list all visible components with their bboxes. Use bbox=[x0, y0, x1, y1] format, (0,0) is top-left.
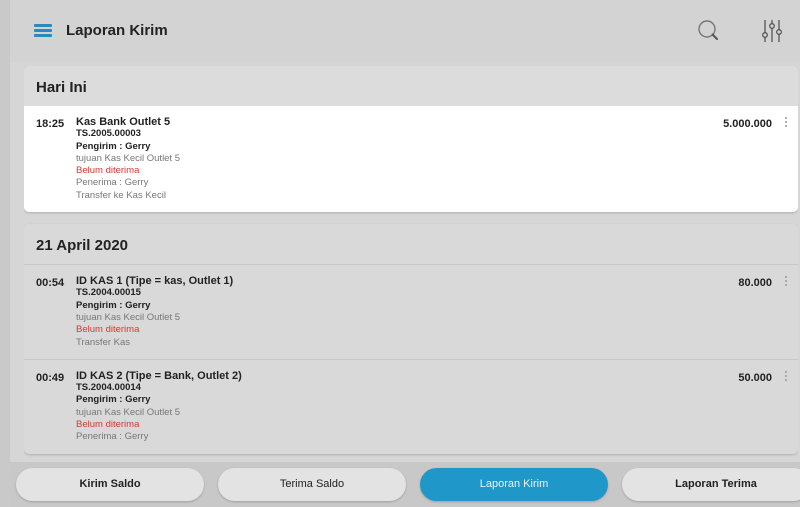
item-status: Belum diterima bbox=[76, 324, 140, 336]
transfer-item[interactable]: 00:54 ID KAS 1 (Tipe = kas, Outlet 1) TS… bbox=[24, 264, 798, 359]
item-details: ID KAS 2 (Tipe = Bank, Outlet 2) TS.2004… bbox=[76, 370, 786, 444]
transfer-item[interactable]: 00:49 ID KAS 2 (Tipe = Bank, Outlet 2) T… bbox=[24, 358, 798, 454]
more-options-icon[interactable] bbox=[784, 370, 788, 384]
top-app-bar: Laporan Kirim bbox=[10, 0, 800, 62]
item-code: TS.2004.00015 bbox=[76, 287, 141, 299]
item-destination: tujuan Kas Kecil Outlet 5 bbox=[76, 406, 181, 418]
search-icon[interactable] bbox=[696, 18, 722, 44]
tab-kirim-saldo[interactable]: Kirim Saldo bbox=[16, 468, 204, 501]
item-note: Transfer ke Kas Kecil bbox=[76, 189, 166, 201]
section-21-april-2020: 21 April 2020 00:54 ID KAS 1 (Tipe = kas… bbox=[24, 224, 798, 454]
item-destination: tujuan Kas Kecil Outlet 5 bbox=[76, 152, 181, 164]
section-header: Hari Ini bbox=[24, 66, 798, 106]
page-title: Laporan Kirim bbox=[66, 22, 168, 39]
more-options-icon[interactable] bbox=[784, 275, 788, 289]
item-note: Transfer Kas bbox=[76, 336, 131, 348]
item-account-name: ID KAS 2 (Tipe = Bank, Outlet 2) bbox=[76, 369, 242, 382]
section-header: 21 April 2020 bbox=[36, 237, 128, 255]
item-details: ID KAS 1 (Tipe = kas, Outlet 1) TS.2004.… bbox=[76, 275, 786, 349]
hamburger-menu-icon[interactable] bbox=[34, 24, 52, 38]
tab-laporan-kirim[interactable]: Laporan Kirim bbox=[420, 468, 608, 501]
bottom-tab-bar: Kirim Saldo Terima Saldo Laporan Kirim L… bbox=[10, 462, 800, 507]
item-sender: Pengirim : Gerry bbox=[76, 140, 151, 152]
item-time: 00:49 bbox=[36, 371, 65, 384]
more-options-icon[interactable] bbox=[784, 116, 788, 130]
item-status: Belum diterima bbox=[76, 165, 140, 177]
report-list[interactable]: Hari Ini 18:25 Kas Bank Outlet 5 TS.2005… bbox=[24, 66, 798, 466]
item-receiver: Penerima : Gerry bbox=[76, 431, 149, 443]
item-sender: Pengirim : Gerry bbox=[76, 299, 151, 311]
item-account-name: ID KAS 1 (Tipe = kas, Outlet 1) bbox=[76, 275, 234, 288]
item-receiver: Penerima : Gerry bbox=[76, 177, 149, 189]
item-time: 18:25 bbox=[36, 118, 65, 130]
item-status: Belum diterima bbox=[76, 419, 140, 431]
tab-terima-saldo[interactable]: Terima Saldo bbox=[218, 468, 406, 501]
item-destination: tujuan Kas Kecil Outlet 5 bbox=[76, 311, 181, 323]
filter-icon[interactable] bbox=[760, 17, 784, 45]
item-code: TS.2004.00014 bbox=[76, 382, 141, 394]
tab-laporan-terima[interactable]: Laporan Terima bbox=[622, 468, 800, 501]
item-time: 00:54 bbox=[36, 277, 65, 290]
item-account-name: Kas Bank Outlet 5 bbox=[76, 116, 171, 128]
item-amount: 5.000.000 bbox=[723, 118, 772, 130]
item-sender: Pengirim : Gerry bbox=[76, 394, 151, 406]
item-details: Kas Bank Outlet 5 TS.2005.00003 Pengirim… bbox=[76, 116, 786, 202]
item-amount: 80.000 bbox=[738, 277, 772, 290]
item-code: TS.2005.00003 bbox=[76, 128, 141, 140]
app-screen: Laporan Kirim Hari Ini 18:25 Kas Bank Ou… bbox=[10, 0, 800, 507]
item-amount: 50.000 bbox=[738, 371, 772, 384]
section-today: Hari Ini 18:25 Kas Bank Outlet 5 TS.2005… bbox=[24, 66, 798, 213]
transfer-item[interactable]: 18:25 Kas Bank Outlet 5 TS.2005.00003 Pe… bbox=[24, 106, 798, 213]
